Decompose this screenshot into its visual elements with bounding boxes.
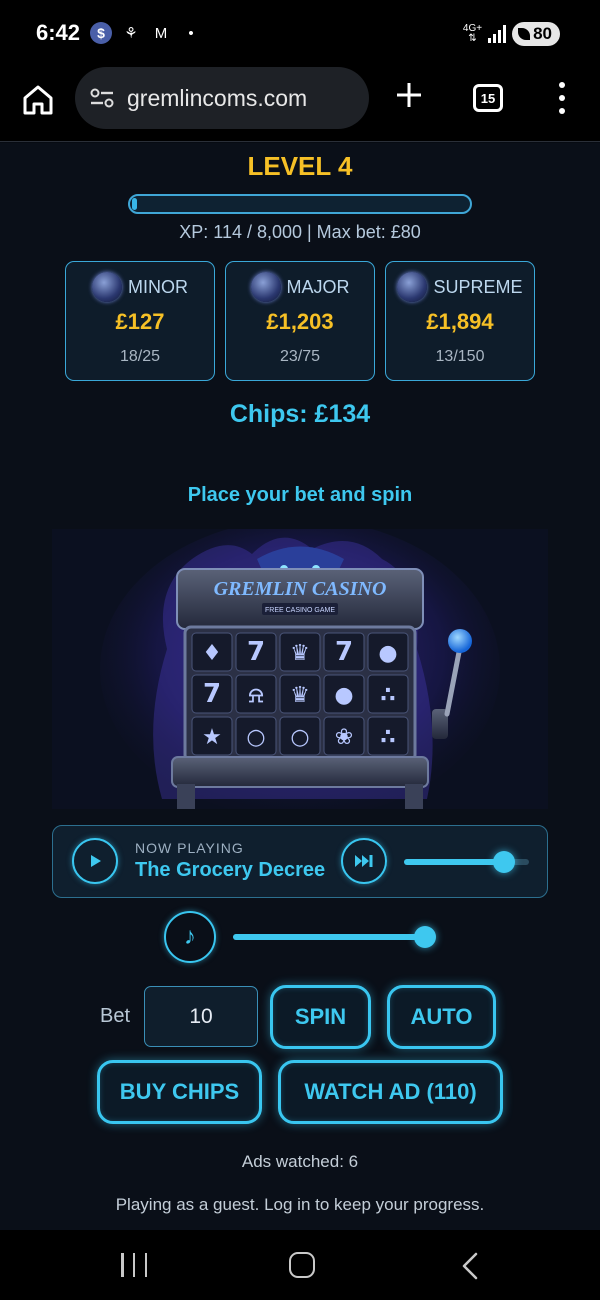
ring-symbol-icon: ○ [246, 725, 265, 750]
seven-symbol-icon: 7 [335, 637, 353, 667]
ring-symbol-icon: ○ [290, 725, 309, 750]
volume-fill [233, 934, 425, 940]
recent-apps-button[interactable] [121, 1253, 147, 1277]
jackpot-amount: £127 [115, 309, 165, 334]
status-bar: 6:42 $ ⚘ M • 4G+ ⇅ 80 [0, 0, 600, 64]
home-button[interactable] [289, 1252, 315, 1278]
ads-watched-text: Ads watched: 6 [241, 1152, 359, 1171]
seven-symbol-icon: 7 [247, 637, 265, 667]
bet-input[interactable] [144, 986, 258, 1047]
xp-text: XP: 114 / 8,000 | Max bet: £80 [179, 222, 421, 242]
coin-symbol-icon: ● [334, 683, 353, 708]
slot-sublogo-text: FREE CASINO GAME [265, 607, 335, 614]
guest-notice-text: Playing as a guest. Log in to keep your … [115, 1195, 485, 1214]
jackpot-panels: MINOR £127 18/25 MAJOR £1,203 23/75 SUPR… [65, 261, 535, 381]
spin-button[interactable]: SPIN [270, 985, 371, 1049]
gmail-icon: M [154, 24, 168, 42]
more-notifications-dot-icon: • [188, 24, 194, 42]
lever-ball [448, 629, 472, 653]
play-button[interactable] [72, 838, 118, 884]
bet-label: Bet [100, 1005, 131, 1027]
jackpot-name: SUPREME [433, 276, 523, 297]
system-navigation-bar [0, 1230, 600, 1300]
network-type-icon: 4G+ ⇅ [462, 23, 483, 44]
xp-progress-bar [128, 194, 472, 214]
new-tab-plus-icon[interactable] [394, 80, 424, 110]
bet-prompt: Place your bet and spin [187, 484, 413, 506]
track-title: The Grocery Decree [135, 859, 326, 881]
browser-toolbar: gremlincoms.com 15 [0, 64, 600, 142]
jackpot-count: 13/150 [435, 348, 485, 365]
crown-symbol-icon: ♛ [290, 641, 310, 666]
track-progress-fill [404, 859, 504, 865]
jackpot-count: 18/25 [119, 348, 161, 365]
star-symbol-icon: ★ [202, 725, 222, 750]
site-settings-icon[interactable] [89, 88, 115, 108]
slot-reels: ♦ 7 ♛ 7 ● 7 ⍾ ♛ ● ∴ ★ ○ ○ ❀ ∴ [191, 632, 409, 756]
watch-ad-button[interactable]: WATCH AD (110) [278, 1060, 503, 1124]
music-note-icon: ♪ [184, 923, 196, 950]
address-bar[interactable]: gremlincoms.com [75, 67, 369, 129]
track-progress-slider[interactable] [404, 851, 529, 873]
chips-balance: Chips: £134 [229, 400, 371, 428]
grapes-symbol-icon: ∴ [380, 725, 395, 750]
play-icon [91, 855, 101, 867]
crown-symbol-icon: ♛ [290, 683, 310, 708]
more-menu-icon[interactable] [554, 82, 570, 114]
music-player: NOW PLAYING The Grocery Decree [52, 825, 548, 898]
dollar-app-icon: $ [90, 22, 112, 44]
jackpot-major: MAJOR £1,203 23/75 [225, 261, 375, 381]
supreme-crown-icon [397, 272, 428, 302]
seven-symbol-icon: 7 [203, 679, 221, 709]
jackpot-name: MINOR [128, 276, 188, 297]
major-ring-icon [250, 272, 281, 302]
grapes-symbol-icon: ∴ [380, 683, 395, 708]
coin-symbol-icon: ● [378, 641, 397, 666]
buy-chips-button[interactable]: BUY CHIPS [97, 1060, 262, 1124]
cherries-symbol-icon: ❀ [335, 725, 353, 750]
now-playing-label: NOW PLAYING [135, 840, 244, 856]
battery-saver-icon [518, 28, 531, 40]
jackpot-amount: £1,894 [426, 309, 494, 334]
level-title: LEVEL 4 [247, 151, 353, 181]
back-button[interactable] [460, 1252, 480, 1280]
slot-logo-text: GREMLIN CASINO [214, 578, 387, 600]
url-text: gremlincoms.com [127, 84, 308, 111]
jackpot-minor: MINOR £127 18/25 [65, 261, 215, 381]
auto-button[interactable]: AUTO [387, 985, 496, 1049]
signal-strength-icon [488, 25, 507, 43]
next-track-button[interactable] [341, 838, 387, 884]
jackpot-supreme: SUPREME £1,894 13/150 [385, 261, 535, 381]
game-page: LEVEL 4 XP: 114 / 8,000 | Max bet: £80 M… [0, 143, 600, 1230]
battery-level: 80 [533, 24, 552, 43]
volume-knob[interactable] [414, 926, 436, 948]
skip-forward-icon [355, 855, 373, 867]
notification-icons: $ ⚘ M • [90, 22, 202, 44]
tab-switcher-button[interactable]: 15 [473, 84, 503, 112]
jackpot-count: 23/75 [279, 348, 321, 365]
track-progress-knob[interactable] [493, 851, 515, 873]
jackpot-name: MAJOR [286, 276, 350, 297]
music-volume-slider[interactable] [233, 926, 436, 948]
status-time: 6:42 [36, 20, 81, 45]
battery-indicator: 80 [512, 22, 560, 46]
slot-machine-image: GREMLIN CASINO FREE CASINO GAME ♦ 7 ♛ 7 ● 7 ⍾ ♛… [52, 529, 548, 809]
bell-symbol-icon: ⍾ [249, 683, 264, 708]
xp-progress-fill [132, 198, 137, 210]
minor-coin-icon [92, 272, 122, 302]
paw-app-icon: ⚘ [124, 25, 138, 42]
gremlin-symbol-icon: ♦ [202, 641, 222, 666]
jackpot-amount: £1,203 [266, 309, 334, 334]
music-toggle-button[interactable]: ♪ [164, 911, 216, 963]
system-icons: 4G+ ⇅ 80 [463, 22, 560, 46]
home-icon[interactable] [20, 82, 56, 118]
